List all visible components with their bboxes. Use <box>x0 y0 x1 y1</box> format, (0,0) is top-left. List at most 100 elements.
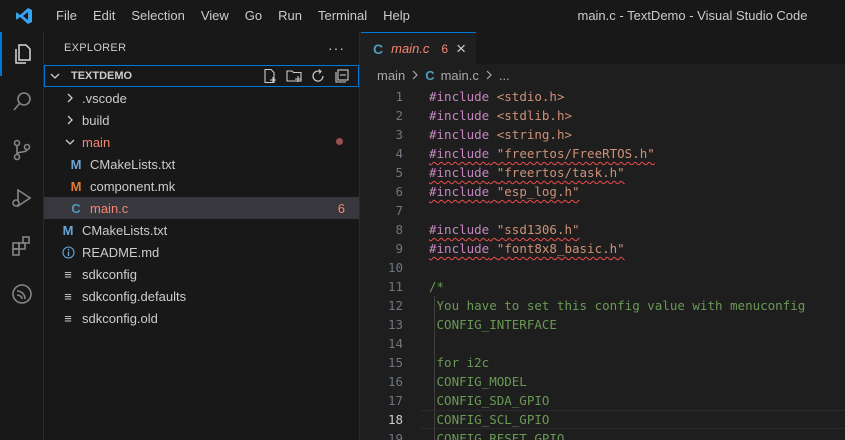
source-control-icon[interactable] <box>0 128 44 172</box>
code-text: CONFIG_SCL_GPIO <box>429 410 550 429</box>
search-icon[interactable] <box>0 80 44 124</box>
tree-item[interactable]: M CMakeLists.txt <box>44 153 359 175</box>
tab-main-c[interactable]: C main.c 6 × <box>361 32 477 64</box>
editor-area: C main.c 6 × main C main.c ... 1 #include… <box>361 32 845 440</box>
line-number: 6 <box>395 184 403 199</box>
tree-item-label: sdkconfig.defaults <box>82 288 187 304</box>
code-line: 1 #include <stdio.h> <box>361 87 845 106</box>
chevron-down-icon <box>47 68 63 84</box>
info-icon <box>60 245 76 259</box>
tree-item[interactable]: ≡ sdkconfig <box>44 263 359 285</box>
code-text: #include "font8x8_basic.h" <box>429 239 625 258</box>
settings-file-icon: ≡ <box>64 288 72 304</box>
explorer-icon[interactable] <box>0 32 44 76</box>
settings-file-icon: ≡ <box>64 266 72 282</box>
breadcrumb-symbol[interactable]: ... <box>499 68 510 83</box>
breadcrumb-file[interactable]: main.c <box>441 68 479 83</box>
makefile-icon: M <box>70 178 82 194</box>
editor-tabs: C main.c 6 × <box>361 32 845 64</box>
menu-view[interactable]: View <box>193 0 237 32</box>
run-debug-icon[interactable] <box>0 176 44 220</box>
breadcrumb: main C main.c ... <box>361 64 845 86</box>
code-line: 8 #include "ssd1306.h" <box>361 220 845 239</box>
menu-selection[interactable]: Selection <box>123 0 192 32</box>
tree-item-label: build <box>82 112 110 128</box>
keyword: #include <box>429 165 490 180</box>
code-line: 18 CONFIG_SCL_GPIO <box>361 410 845 429</box>
tree-item-label: main <box>82 134 111 150</box>
chevron-right-icon <box>62 112 78 128</box>
line-number: 3 <box>395 127 403 142</box>
code-line: 19 CONFIG_RESET_GPIO <box>361 429 845 440</box>
vscode-logo-icon <box>0 0 48 32</box>
cmake-file-icon: M <box>62 222 74 238</box>
breadcrumb-folder[interactable]: main <box>377 68 405 83</box>
line-number: 5 <box>395 165 403 180</box>
tree-item[interactable]: Mcomponent.mk <box>44 175 359 197</box>
code-text: #include <stdlib.h> <box>429 106 572 125</box>
tree-item[interactable]: .vscode <box>44 87 359 109</box>
refresh-icon[interactable] <box>308 67 328 85</box>
line-number: 13 <box>387 317 403 332</box>
chevron-right-icon <box>485 68 493 83</box>
menu-run[interactable]: Run <box>270 0 310 32</box>
tree-item[interactable]: main <box>44 131 359 153</box>
code-text: CONFIG_INTERFACE <box>429 315 557 334</box>
code-text: #include <stdio.h> <box>429 87 564 106</box>
tree-item[interactable]: M CMakeLists.txt <box>44 219 359 241</box>
new-file-icon[interactable] <box>260 67 280 85</box>
code-text: #include <string.h> <box>429 125 572 144</box>
line-number: 17 <box>387 393 403 408</box>
code-text: for i2c <box>429 353 490 372</box>
tree-item[interactable]: build <box>44 109 359 131</box>
tree-item[interactable]: ≡ sdkconfig.defaults <box>44 285 359 307</box>
line-number: 1 <box>395 89 403 104</box>
code-line: 14 <box>361 334 845 353</box>
line-number: 9 <box>395 241 403 256</box>
code-line: 2 #include <stdlib.h> <box>361 106 845 125</box>
window-title: main.c - TextDemo - Visual Studio Code <box>577 8 808 23</box>
code-editor[interactable]: 1 #include <stdio.h> 2 #include <stdlib.h> 3… <box>361 87 845 440</box>
tree-item[interactable]: Cmain.c 6 <box>44 197 359 219</box>
keyword: #include <box>429 146 490 161</box>
title-bar: File Edit Selection View Go Run Terminal Help m… <box>0 0 845 32</box>
extensions-icon[interactable] <box>0 224 44 268</box>
menu-file[interactable]: File <box>48 0 85 32</box>
menu-go[interactable]: Go <box>237 0 270 32</box>
new-folder-icon[interactable] <box>284 67 304 85</box>
menu-help[interactable]: Help <box>375 0 418 32</box>
code-line: 3 #include <string.h> <box>361 125 845 144</box>
code-text: #include "esp_log.h" <box>429 182 580 201</box>
more-actions-icon[interactable]: ··· <box>328 40 345 56</box>
code-line: 5 #include "freertos/task.h" <box>361 163 845 182</box>
collapse-all-icon[interactable] <box>332 67 352 85</box>
code-line: 17 CONFIG_SDA_GPIO <box>361 391 845 410</box>
code-text: You have to set this config value with m… <box>429 296 806 315</box>
problem-count-badge: 6 <box>337 200 345 216</box>
tree-item-label: CMakeLists.txt <box>90 156 176 172</box>
keyword: #include <box>429 108 490 123</box>
comment: CONFIG_MODEL <box>429 374 527 389</box>
code-line: 11 /* <box>361 277 845 296</box>
settings-file-icon: ≡ <box>64 310 72 326</box>
code-text: /* <box>429 277 444 296</box>
espressif-icon[interactable] <box>0 272 44 316</box>
workspace-folder-name: TEXTDEMO <box>71 70 133 82</box>
keyword: #include <box>429 241 490 256</box>
line-number: 14 <box>387 336 403 351</box>
menu-edit[interactable]: Edit <box>85 0 123 32</box>
tree-item-label: sdkconfig.old <box>82 310 158 326</box>
include-path: <string.h> <box>496 127 573 142</box>
code-text: #include "ssd1306.h" <box>429 220 580 239</box>
keyword: #include <box>429 89 490 104</box>
code-line: 4 #include "freertos/FreeRTOS.h" <box>361 144 845 163</box>
chevron-right-icon <box>62 90 78 106</box>
tree-item[interactable]: ≡ sdkconfig.old <box>44 307 359 329</box>
tree-item-label: CMakeLists.txt <box>82 222 168 238</box>
explorer-title: EXPLORER <box>64 42 127 54</box>
workspace-folder-header[interactable]: TEXTDEMO <box>44 65 359 87</box>
explorer-sidebar: EXPLORER ··· TEXTDEMO .vscode build main M C… <box>44 32 360 440</box>
menu-terminal[interactable]: Terminal <box>310 0 375 32</box>
tree-item[interactable]: README.md <box>44 241 359 263</box>
close-icon[interactable]: × <box>456 39 466 59</box>
